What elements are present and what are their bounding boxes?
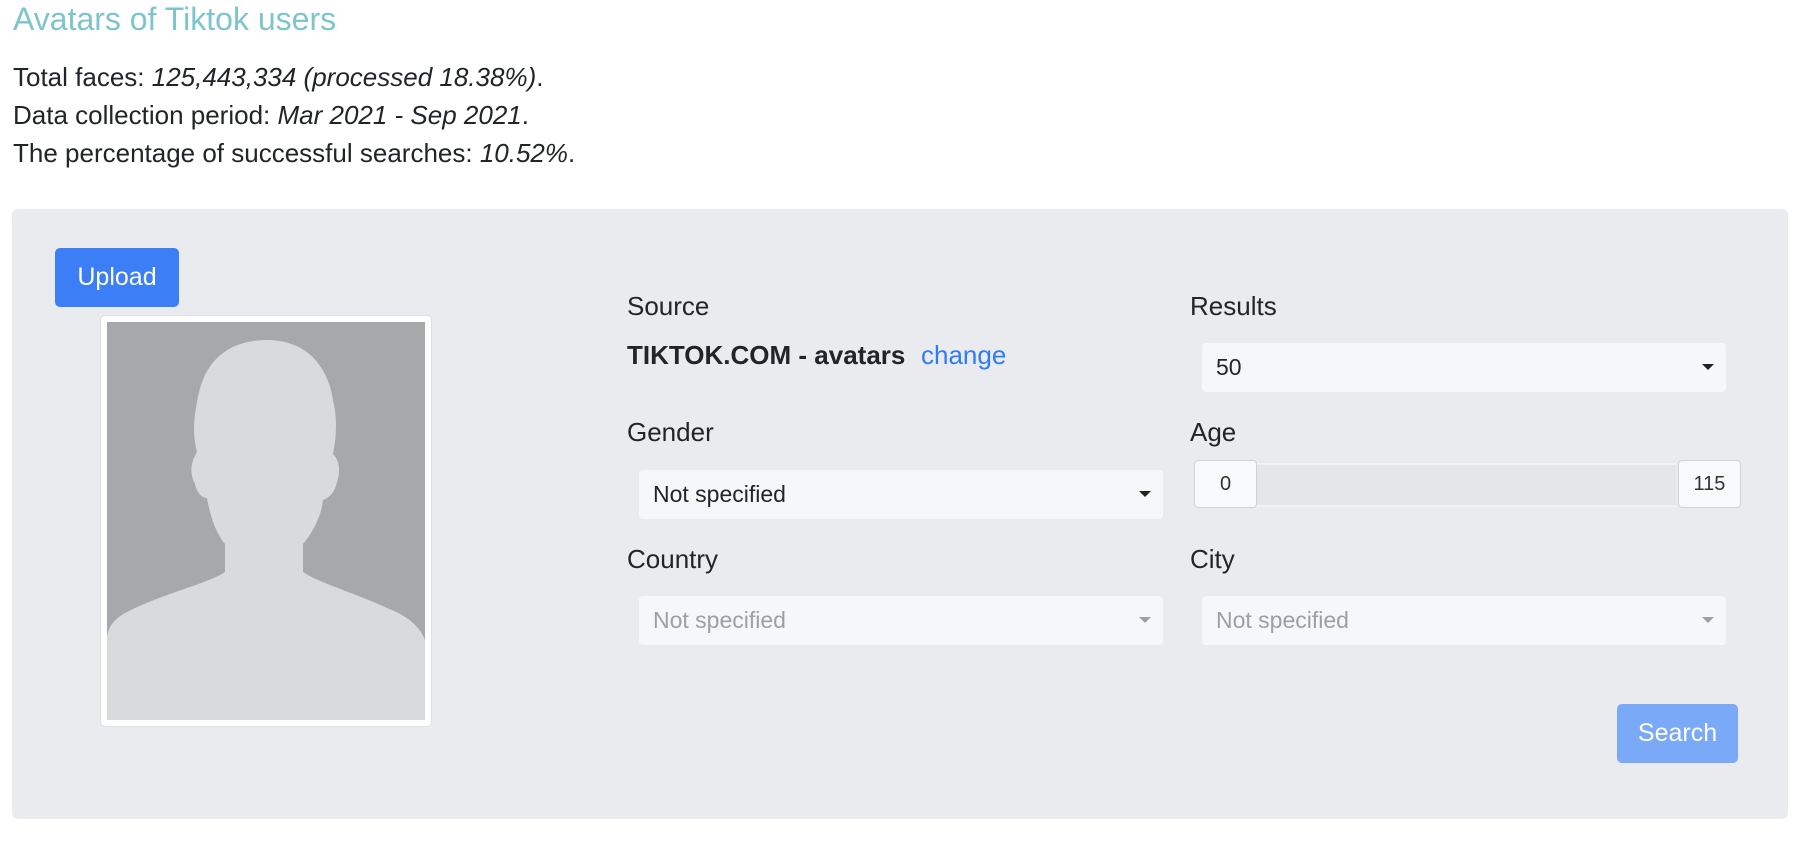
city-select[interactable]: Not specified bbox=[1202, 596, 1726, 645]
results-label: Results bbox=[1190, 291, 1277, 321]
country-select-value: Not specified bbox=[653, 607, 786, 633]
country-select[interactable]: Not specified bbox=[639, 596, 1163, 645]
total-faces-value: 125,443,334 (processed 18.38%) bbox=[151, 62, 537, 92]
period-mark: . bbox=[568, 138, 576, 168]
person-silhouette-icon bbox=[107, 322, 425, 720]
total-faces-line: Total faces: 125,443,334 (processed 18.3… bbox=[13, 58, 575, 96]
search-button[interactable]: Search bbox=[1617, 704, 1738, 763]
caret-down-icon bbox=[1702, 617, 1714, 623]
city-label: City bbox=[1190, 544, 1235, 574]
source-label: Source bbox=[627, 291, 710, 321]
age-range-slider[interactable]: 0 115 bbox=[1194, 460, 1741, 510]
gender-label: Gender bbox=[627, 417, 714, 447]
gender-select-value: Not specified bbox=[653, 481, 786, 507]
results-select-value: 50 bbox=[1216, 354, 1242, 380]
upload-button[interactable]: Upload bbox=[55, 248, 179, 307]
photo-preview[interactable] bbox=[100, 315, 432, 727]
age-max-input[interactable]: 115 bbox=[1678, 460, 1741, 508]
results-select[interactable]: 50 bbox=[1202, 343, 1726, 392]
success-rate-label: The percentage of successful searches: bbox=[13, 138, 480, 168]
age-slider-track[interactable] bbox=[1254, 463, 1676, 507]
city-select-value: Not specified bbox=[1216, 607, 1349, 633]
source-value: TIKTOK.COM - avatars bbox=[627, 340, 906, 370]
caret-down-icon bbox=[1702, 364, 1714, 370]
caret-down-icon bbox=[1139, 491, 1151, 497]
stats-block: Total faces: 125,443,334 (processed 18.3… bbox=[13, 58, 575, 172]
country-label: Country bbox=[627, 544, 719, 574]
total-faces-label: Total faces: bbox=[13, 62, 152, 92]
collection-period-line: Data collection period: Mar 2021 - Sep 2… bbox=[13, 96, 575, 134]
caret-down-icon bbox=[1139, 617, 1151, 623]
period-mark: . bbox=[536, 62, 544, 92]
collection-period-label: Data collection period: bbox=[13, 100, 278, 130]
success-rate-value: 10.52% bbox=[479, 138, 568, 168]
success-rate-line: The percentage of successful searches: 1… bbox=[13, 134, 575, 172]
collection-period-value: Mar 2021 - Sep 2021 bbox=[277, 100, 522, 130]
page-title: Avatars of Tiktok users bbox=[13, 1, 337, 37]
period-mark: . bbox=[521, 100, 529, 130]
change-source-link[interactable]: change bbox=[921, 340, 1006, 371]
gender-select[interactable]: Not specified bbox=[639, 470, 1163, 519]
age-label: Age bbox=[1190, 417, 1237, 447]
search-panel: Upload Source TIKTOK.COM - avatars chang… bbox=[12, 209, 1788, 819]
age-min-input[interactable]: 0 bbox=[1194, 460, 1257, 508]
